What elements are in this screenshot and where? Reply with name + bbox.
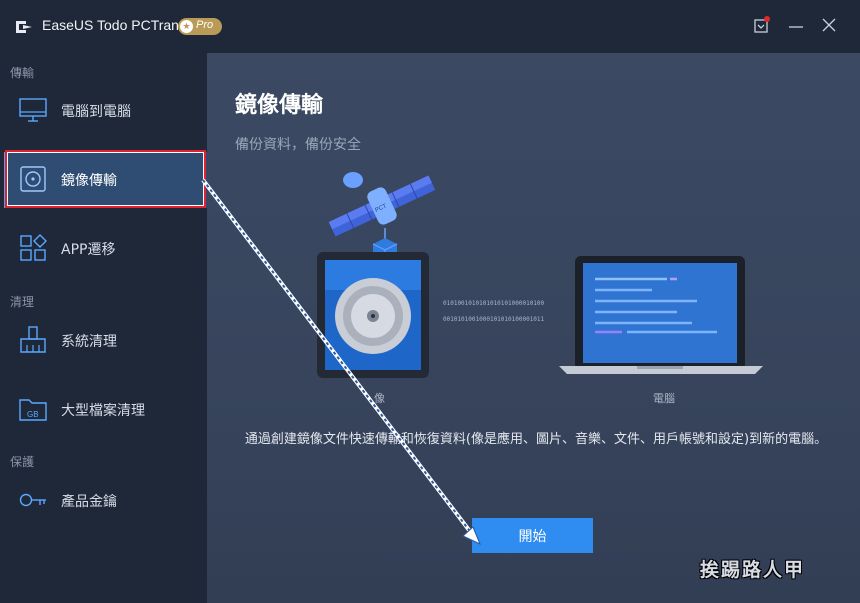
sidebar-item-label: 鏡像傳輸: [61, 173, 117, 189]
watermark-text: 挨踢路人甲: [700, 559, 806, 581]
page-title: 鏡像傳輸: [235, 93, 324, 118]
monitor-icon: [19, 98, 47, 122]
image-caption: 像: [374, 392, 385, 405]
description-text: 通過創建鏡像文件快速傳輸和恢復資料(像是應用、圖片、音樂、文件、用戶帳號和設定)…: [244, 432, 828, 447]
pro-badge-label: Pro: [196, 19, 214, 31]
close-icon: [822, 18, 836, 32]
start-button[interactable]: 開始: [472, 518, 593, 553]
sidebar-item-large-file-cleanup[interactable]: GB 大型檔案清理: [4, 382, 207, 438]
gb-folder-icon: GB: [19, 399, 47, 421]
sidebar: 傳輸 電腦到電腦 鏡像傳輸 APP遷移 清理 系統清理 GB 大型檔案清理 保護…: [0, 53, 207, 603]
broom-icon: [20, 326, 46, 353]
apps-grid-icon: [20, 234, 47, 261]
sidebar-item-label: APP遷移: [61, 242, 116, 258]
laptop-icon: [559, 256, 763, 374]
svg-text:GB: GB: [27, 410, 39, 419]
sidebar-item-pc-to-pc[interactable]: 電腦到電腦: [4, 83, 207, 139]
sidebar-item-label: 電腦到電腦: [61, 104, 131, 120]
disc-image-icon: [20, 166, 46, 192]
app-title: EaseUS Todo PCTrans: [42, 17, 186, 33]
image-transfer-illustration: PCT: [317, 169, 763, 378]
minimize-icon: [789, 26, 803, 28]
title-bar: EaseUS Todo PCTrans ★ Pro: [0, 0, 860, 53]
sidebar-item-app-migration[interactable]: APP遷移: [4, 221, 207, 277]
close-button[interactable]: [818, 14, 840, 36]
image-device-icon: [317, 252, 429, 378]
sidebar-item-label: 大型檔案清理: [61, 403, 145, 419]
sidebar-item-product-key[interactable]: 產品金鑰: [4, 473, 207, 529]
notification-icon: [754, 16, 770, 33]
section-label-cleanup: 清理: [10, 295, 35, 309]
page-subtitle: 備份資料，備份安全: [235, 137, 361, 153]
sidebar-item-label: 產品金鑰: [61, 494, 117, 510]
app-logo-icon: [16, 21, 32, 33]
main-panel: 鏡像傳輸 備份資料，備份安全 PCT 010100101010101010100…: [207, 53, 860, 603]
notification-button[interactable]: [752, 14, 774, 36]
section-label-protection: 保護: [10, 455, 35, 469]
pro-badge: ★ Pro: [178, 18, 222, 35]
binary-stream-line-2: 0010101001000101010100001011: [443, 316, 545, 323]
section-label-transfer: 傳輸: [10, 66, 35, 80]
sidebar-item-image-transfer[interactable]: 鏡像傳輸: [4, 152, 207, 208]
pc-caption: 電腦: [653, 392, 675, 405]
sidebar-item-system-cleanup[interactable]: 系統清理: [4, 313, 207, 369]
minimize-button[interactable]: [785, 14, 807, 36]
satellite-icon: PCT: [327, 169, 437, 264]
binary-stream-line-1: 0101001010101010101000010100: [443, 300, 545, 307]
sidebar-item-label: 系統清理: [61, 334, 117, 350]
star-icon: ★: [180, 20, 193, 33]
key-icon: [19, 493, 46, 507]
